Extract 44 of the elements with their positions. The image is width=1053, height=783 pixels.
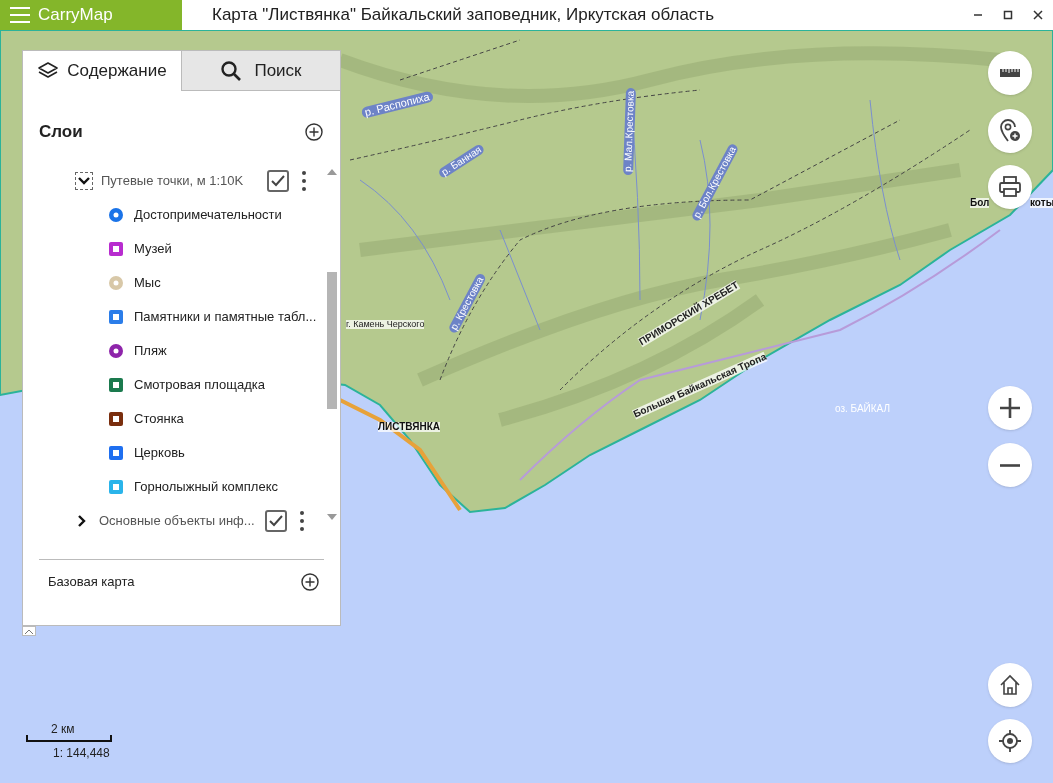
more-options-icon[interactable] (301, 169, 307, 192)
locate-icon (997, 728, 1023, 754)
layer-group-name: Основные объекты инф... (99, 511, 256, 530)
section-heading: Слои (39, 121, 83, 143)
scroll-up-icon[interactable] (327, 168, 337, 175)
home-button[interactable] (988, 663, 1032, 707)
ruler-icon (1000, 69, 1020, 77)
add-base-map-icon[interactable] (300, 571, 320, 592)
window-title: Карта "Листвянка" Байкальский заповедник, Иркутская область (212, 4, 714, 27)
map-label: г. Камень Черского (346, 320, 425, 329)
print-icon (997, 174, 1023, 200)
map-label: оз. БАЙКАЛ (835, 404, 891, 414)
app-name: CarryMap (38, 4, 113, 27)
layer-group-name: Путевые точки, м 1:10K (101, 171, 245, 190)
base-map-label: Базовая карта (48, 572, 135, 591)
scrollbar-thumb[interactable] (327, 271, 337, 409)
scale-ratio: 1: 144,448 (53, 745, 110, 762)
legend-item-label: Достопримечательности (134, 205, 282, 224)
locate-button[interactable] (988, 719, 1032, 763)
legend-item-label: Горнолыжный комплекс (134, 477, 278, 496)
layer-checkbox[interactable] (265, 509, 287, 532)
legend-item-label: Музей (134, 239, 172, 258)
map-label: коты (1030, 198, 1053, 208)
panel-tab[interactable]: Поиск (181, 51, 340, 91)
add-location-icon (997, 118, 1023, 144)
layer-checkbox[interactable] (267, 169, 289, 192)
zoom-in-button[interactable] (988, 386, 1032, 430)
zoom-out-button[interactable] (988, 443, 1032, 487)
scale-distance: 2 км (51, 721, 75, 738)
map-label: ЛИСТВЯНКА (378, 422, 440, 432)
legend-item-label: Смотровая площадка (134, 375, 266, 394)
legend-item-label: Мыс (134, 273, 161, 292)
search-icon (220, 59, 243, 82)
zoom-in-icon (997, 395, 1023, 421)
map-label: Бол (970, 198, 990, 208)
legend-item-label: Пляж (134, 341, 167, 360)
legend-item-label: Стоянка (134, 409, 184, 428)
collapse-panel-icon[interactable] (22, 626, 36, 636)
more-options-icon[interactable] (299, 509, 305, 532)
legend-item-label: Церковь (134, 443, 185, 462)
add-layer-icon[interactable] (304, 121, 324, 142)
legend-item-label: Памятники и памятные табл... (134, 307, 317, 326)
expand-toggle-icon[interactable] (75, 171, 93, 190)
zoom-out-icon (1000, 463, 1020, 467)
